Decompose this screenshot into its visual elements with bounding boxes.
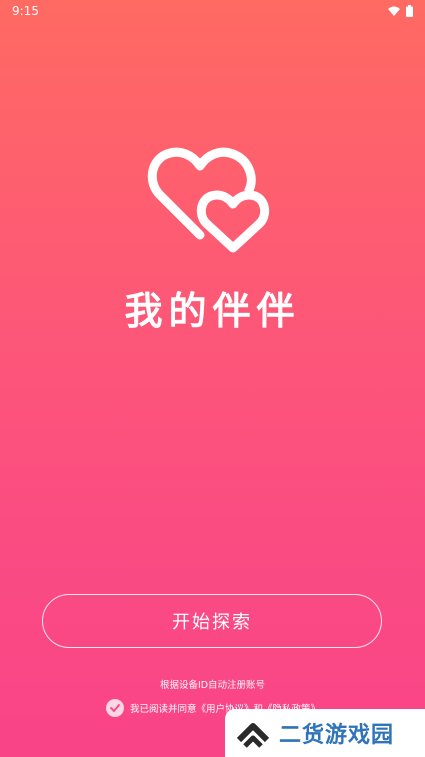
status-time: 9:15 [12, 4, 39, 18]
app-title: 我的伴伴 [124, 289, 301, 333]
start-explore-button[interactable]: 开始探索 [42, 594, 382, 648]
battery-icon [406, 5, 413, 17]
checkmark-icon [110, 704, 120, 712]
agreement-checkbox[interactable] [106, 699, 124, 717]
chevron-up-logo-icon [236, 723, 270, 748]
auto-register-hint: 根据设备ID自动注册账号 [159, 680, 266, 691]
status-icons [388, 5, 413, 17]
wifi-icon [388, 6, 400, 16]
double-heart-logo-icon [147, 147, 270, 253]
status-bar: 9:15 [0, 0, 425, 22]
watermark-text: 二货游戏园 [279, 723, 395, 748]
watermark-badge: 二货游戏园 [225, 709, 425, 757]
